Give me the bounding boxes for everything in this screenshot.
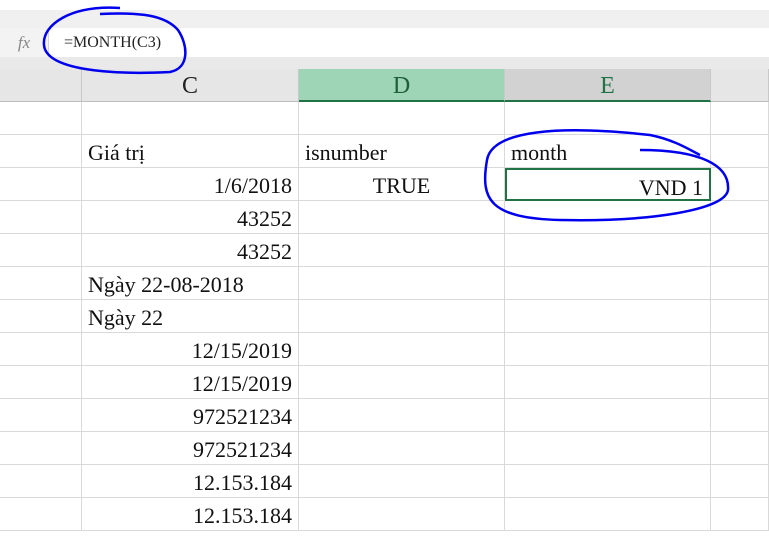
cell-d12[interactable] bbox=[299, 432, 505, 465]
column-header-e[interactable]: E bbox=[505, 69, 711, 102]
formula-bar: fx =MONTH(C3) bbox=[0, 28, 769, 58]
column-header-d[interactable]: D bbox=[299, 69, 505, 102]
table-row bbox=[0, 102, 769, 135]
table-row: Giá trị isnumber month bbox=[0, 135, 769, 168]
row-spacer[interactable] bbox=[0, 498, 82, 531]
formula-input[interactable]: =MONTH(C3) bbox=[64, 28, 161, 57]
cell-f10[interactable] bbox=[711, 366, 769, 399]
row-spacer[interactable] bbox=[0, 135, 82, 168]
cell-c11[interactable]: 972521234 bbox=[82, 399, 299, 432]
table-row: Ngày 22-08-2018 bbox=[0, 267, 769, 300]
table-row: 43252 bbox=[0, 201, 769, 234]
cell-d5[interactable] bbox=[299, 201, 505, 234]
cell-f4[interactable] bbox=[711, 168, 769, 201]
cell-f8[interactable] bbox=[711, 300, 769, 333]
cell-c4[interactable]: 1/6/2018 bbox=[82, 168, 299, 201]
table-row: Ngày 22 bbox=[0, 300, 769, 333]
row-header-corner[interactable] bbox=[0, 69, 82, 102]
table-row: 12/15/2019 bbox=[0, 366, 769, 399]
cell-f14[interactable] bbox=[711, 498, 769, 531]
cell-f5[interactable] bbox=[711, 201, 769, 234]
cell-e10[interactable] bbox=[505, 366, 711, 399]
cell-c9[interactable]: 12/15/2019 bbox=[82, 333, 299, 366]
row-spacer[interactable] bbox=[0, 267, 82, 300]
cell-e2[interactable] bbox=[505, 102, 711, 135]
cell-e5[interactable] bbox=[505, 201, 711, 234]
cell-c10[interactable]: 12/15/2019 bbox=[82, 366, 299, 399]
cell-c7[interactable]: Ngày 22-08-2018 bbox=[82, 267, 299, 300]
cell-d10[interactable] bbox=[299, 366, 505, 399]
cell-f3[interactable] bbox=[711, 135, 769, 168]
cell-e13[interactable] bbox=[505, 465, 711, 498]
cell-f7[interactable] bbox=[711, 267, 769, 300]
column-header-c[interactable]: C bbox=[82, 69, 299, 102]
cell-d11[interactable] bbox=[299, 399, 505, 432]
cell-c14[interactable]: 12.153.184 bbox=[82, 498, 299, 531]
cell-d3[interactable]: isnumber bbox=[299, 135, 505, 168]
cell-f12[interactable] bbox=[711, 432, 769, 465]
table-row: 972521234 bbox=[0, 432, 769, 465]
row-spacer[interactable] bbox=[0, 300, 82, 333]
cell-c3[interactable]: Giá trị bbox=[82, 135, 299, 168]
cell-d6[interactable] bbox=[299, 234, 505, 267]
row-spacer[interactable] bbox=[0, 432, 82, 465]
cell-c8[interactable]: Ngày 22 bbox=[82, 300, 299, 333]
ribbon-edge bbox=[0, 10, 769, 29]
row-spacer[interactable] bbox=[0, 465, 82, 498]
cell-d2[interactable] bbox=[299, 102, 505, 135]
cell-d4[interactable]: TRUE bbox=[299, 168, 505, 201]
title-strip bbox=[0, 0, 769, 10]
cell-c2[interactable] bbox=[82, 102, 299, 135]
cell-d8[interactable] bbox=[299, 300, 505, 333]
cell-c6[interactable]: 43252 bbox=[82, 234, 299, 267]
cell-e8[interactable] bbox=[505, 300, 711, 333]
table-row: 12.153.184 bbox=[0, 465, 769, 498]
cell-e6[interactable] bbox=[505, 234, 711, 267]
cell-e9[interactable] bbox=[505, 333, 711, 366]
cell-e14[interactable] bbox=[505, 498, 711, 531]
cell-f2[interactable] bbox=[711, 102, 769, 135]
header-gap bbox=[0, 57, 769, 69]
row-spacer[interactable] bbox=[0, 366, 82, 399]
table-row: 12.153.184 bbox=[0, 498, 769, 531]
cell-e4[interactable]: VND 1 bbox=[505, 168, 711, 201]
cell-e7[interactable] bbox=[505, 267, 711, 300]
cell-d9[interactable] bbox=[299, 333, 505, 366]
fx-icon[interactable]: fx bbox=[0, 28, 49, 57]
cell-d14[interactable] bbox=[299, 498, 505, 531]
row-spacer[interactable] bbox=[0, 333, 82, 366]
cell-c13[interactable]: 12.153.184 bbox=[82, 465, 299, 498]
cell-c5[interactable]: 43252 bbox=[82, 201, 299, 234]
cell-f9[interactable] bbox=[711, 333, 769, 366]
cell-f11[interactable] bbox=[711, 399, 769, 432]
row-spacer[interactable] bbox=[0, 102, 82, 135]
column-header-f[interactable] bbox=[711, 69, 769, 102]
cell-e3[interactable]: month bbox=[505, 135, 711, 168]
cell-c12[interactable]: 972521234 bbox=[82, 432, 299, 465]
row-spacer[interactable] bbox=[0, 234, 82, 267]
row-spacer[interactable] bbox=[0, 168, 82, 201]
row-spacer[interactable] bbox=[0, 399, 82, 432]
table-row: 1/6/2018 TRUE VND 1 bbox=[0, 168, 769, 201]
cell-e11[interactable] bbox=[505, 399, 711, 432]
cell-f13[interactable] bbox=[711, 465, 769, 498]
table-row: 972521234 bbox=[0, 399, 769, 432]
table-row: 12/15/2019 bbox=[0, 333, 769, 366]
row-spacer[interactable] bbox=[0, 201, 82, 234]
cell-d7[interactable] bbox=[299, 267, 505, 300]
cell-f6[interactable] bbox=[711, 234, 769, 267]
cell-d13[interactable] bbox=[299, 465, 505, 498]
table-row: 43252 bbox=[0, 234, 769, 267]
cell-e12[interactable] bbox=[505, 432, 711, 465]
